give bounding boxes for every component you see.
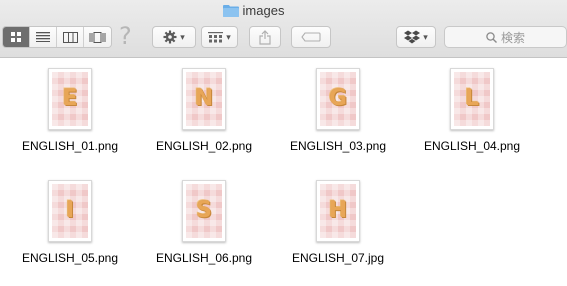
search-placeholder: 検索: [500, 30, 525, 45]
list-icon: [36, 32, 50, 42]
dropbox-icon: [404, 30, 421, 44]
file-item[interactable]: N ENGLISH_02.png: [144, 68, 264, 153]
cookie-letter: I: [65, 198, 75, 223]
chevron-down-icon: ▾: [423, 31, 428, 42]
image-thumbnail: N: [182, 68, 226, 130]
arrange-grid-icon: [208, 31, 224, 42]
image-thumbnail: L: [450, 68, 494, 130]
file-name: ENGLISH_07.jpg: [291, 251, 385, 265]
finder-toolbar: images ? ▾ ▾ ▾ 検索: [0, 0, 567, 58]
cookie-letter: H: [328, 198, 348, 223]
arrange-button[interactable]: ▾: [201, 26, 238, 48]
tags-button[interactable]: [291, 26, 331, 48]
cover-flow-icon: [89, 31, 106, 43]
image-thumbnail: E: [48, 68, 92, 130]
file-item[interactable]: H ENGLISH_07.jpg: [278, 180, 398, 265]
cover-flow-view-button[interactable]: [84, 27, 111, 47]
file-name: ENGLISH_06.png: [155, 251, 253, 265]
chevron-down-icon: ▾: [180, 31, 185, 42]
window-title: images: [0, 1, 567, 19]
image-thumbnail: I: [48, 180, 92, 242]
search-field[interactable]: 検索: [444, 26, 567, 48]
search-icon: [486, 31, 497, 43]
file-item[interactable]: G ENGLISH_03.png: [278, 68, 398, 153]
tag-icon: [301, 32, 321, 42]
cookie-letter: S: [196, 198, 212, 223]
icon-view-button[interactable]: [3, 27, 30, 47]
action-button[interactable]: ▾: [152, 26, 196, 48]
file-item[interactable]: S ENGLISH_06.png: [144, 180, 264, 265]
file-name: ENGLISH_03.png: [289, 139, 387, 153]
cookie-letter: N: [194, 86, 214, 111]
gear-icon: [163, 30, 177, 44]
file-name: ENGLISH_01.png: [21, 139, 119, 153]
file-item[interactable]: E ENGLISH_01.png: [10, 68, 130, 153]
image-thumbnail: S: [182, 180, 226, 242]
chevron-down-icon: ▾: [226, 31, 231, 42]
cookie-letter: G: [328, 86, 348, 111]
list-view-button[interactable]: [30, 27, 57, 47]
cookie-letter: L: [464, 86, 480, 111]
column-view-button[interactable]: [57, 27, 84, 47]
file-name: ENGLISH_04.png: [423, 139, 521, 153]
file-item[interactable]: L ENGLISH_04.png: [412, 68, 532, 153]
file-name: ENGLISH_05.png: [21, 251, 119, 265]
grid-icon: [10, 31, 21, 42]
cookie-letter: E: [62, 86, 78, 111]
file-icon-grid: E ENGLISH_01.png N ENGLISH_02.png G ENGL…: [0, 59, 567, 286]
window-title-label: images: [242, 2, 285, 18]
file-item[interactable]: I ENGLISH_05.png: [10, 180, 130, 265]
help-icon[interactable]: ?: [119, 22, 132, 50]
image-thumbnail: G: [316, 68, 360, 130]
folder-icon: [222, 4, 239, 17]
view-mode-control: [2, 26, 112, 48]
share-button[interactable]: [249, 26, 281, 48]
share-icon: [259, 29, 271, 45]
columns-icon: [62, 31, 78, 43]
dropbox-button[interactable]: ▾: [396, 26, 436, 48]
file-name: ENGLISH_02.png: [155, 139, 253, 153]
image-thumbnail: H: [316, 180, 360, 242]
